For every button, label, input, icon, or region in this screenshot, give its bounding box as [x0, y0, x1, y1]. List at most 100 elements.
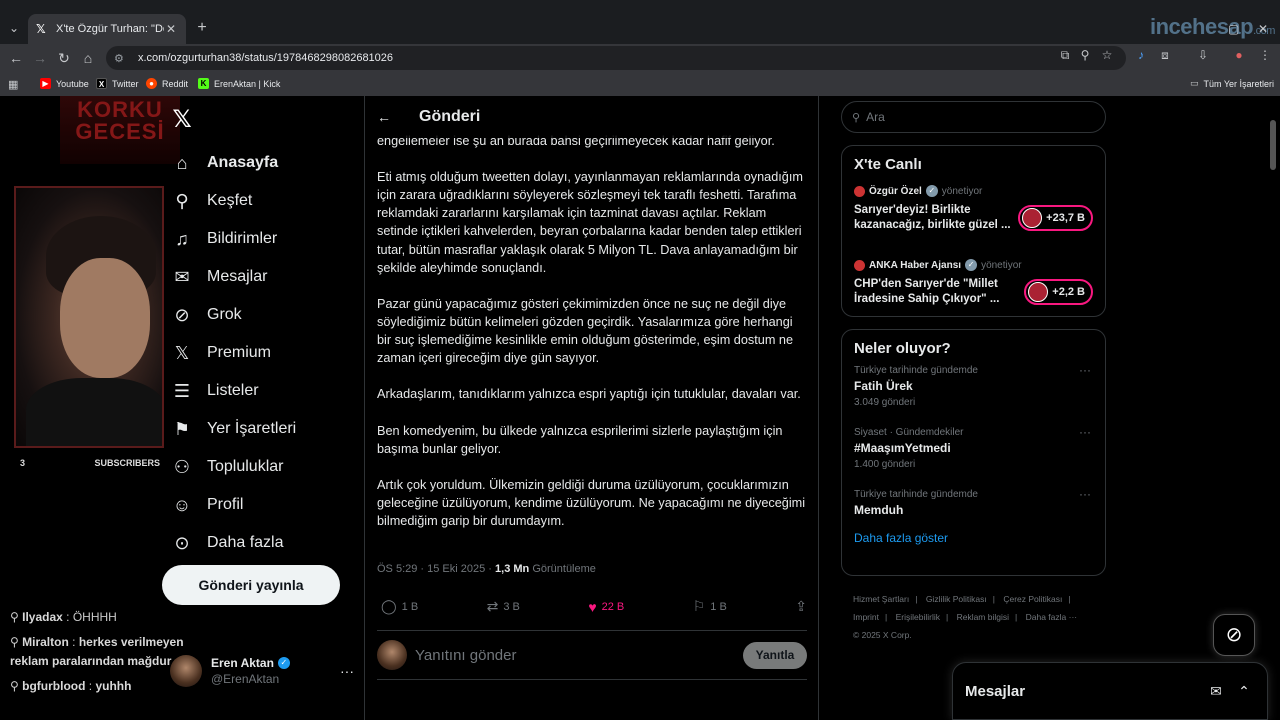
like-button[interactable]: ♥ 22 B	[588, 598, 624, 615]
sidebar-item-label: Yer İşaretleri	[207, 420, 297, 437]
search-placeholder: Ara	[866, 110, 885, 124]
browser-toolbar: ← → ↻ ⌂ ⚙ x.com/ozgurturhan38/status/197…	[0, 44, 1280, 72]
forward-icon[interactable]: →	[30, 48, 50, 68]
chat-user: Miralton	[22, 635, 69, 649]
new-message-icon[interactable]: ✉	[1205, 683, 1227, 700]
grok-icon: ⊘	[1225, 624, 1243, 646]
share-button[interactable]: ⇪	[795, 598, 807, 615]
account-handle: @ErenAktan	[211, 672, 280, 686]
downloads-icon[interactable]: ⇩	[1194, 48, 1212, 62]
mail-icon: ✉	[174, 267, 190, 287]
site-info-icon[interactable]: ⚙	[114, 52, 130, 65]
sidebar-item-premium[interactable]: 𝕏 Premium	[170, 334, 360, 372]
trend-item[interactable]: Türkiye tarihinde gündemde Fatih Ürek 3.…	[842, 363, 1105, 425]
live-title: Sarıyer'deyiz! Birlikte kazanacağız, bir…	[854, 204, 1011, 231]
sidebar-item-explore[interactable]: ⚲ Keşfet	[170, 182, 360, 220]
browser-tab-active[interactable]: 𝕏 X'te Özgür Turhan: "Değerli ark ✕	[28, 14, 186, 44]
messages-drawer[interactable]: Mesajlar ✉ ⌃	[952, 662, 1268, 720]
heart-icon: ♥	[588, 598, 597, 615]
footer-link[interactable]: Daha fazla ···	[1026, 612, 1078, 622]
live-panel-title: X'te Canlı	[854, 156, 922, 173]
live-listeners-pill[interactable]: +23,7 B	[1018, 205, 1093, 231]
sidebar-item-home[interactable]: ⌂ Anasayfa	[170, 144, 360, 182]
bookmark-star-icon[interactable]: ☆	[1098, 48, 1116, 62]
trend-name: Memduh	[854, 503, 904, 517]
search-icon: ⚲	[852, 111, 861, 124]
footer-link[interactable]: Reklam bilgisi	[957, 612, 1009, 622]
account-switcher[interactable]: Eren Aktan ✓ @ErenAktan ···	[170, 653, 354, 689]
install-app-icon[interactable]: ⧉	[1056, 48, 1074, 63]
reply-button[interactable]: ◯ 1 B	[381, 598, 418, 615]
x-logo-icon[interactable]: 𝕏	[170, 108, 194, 132]
expand-chevron-icon[interactable]: ⌃	[1233, 683, 1255, 700]
close-tab-icon[interactable]: ✕	[164, 22, 178, 36]
list-icon: ☰	[173, 381, 191, 401]
trend-item[interactable]: Siyaset · Gündemdekiler #MaaşımYetmedi 1…	[842, 425, 1105, 487]
more-dots-icon[interactable]: ···	[1079, 487, 1091, 501]
bookmark-reddit[interactable]: ● Reddit	[146, 78, 188, 89]
tweet-timestamp[interactable]: ÖS 5:29 · 15 Eki 2025 ·	[377, 563, 495, 575]
zoom-icon[interactable]: ⚲	[1076, 48, 1094, 62]
sidebar-item-profile[interactable]: ☺ Profil	[170, 486, 360, 524]
address-bar[interactable]: ⚙ x.com/ozgurturhan38/status/19784682980…	[106, 46, 1126, 70]
window-close-icon[interactable]: ✕	[1258, 22, 1268, 36]
home-icon[interactable]: ⌂	[78, 48, 98, 68]
verified-badge-icon: ✓	[277, 657, 290, 669]
live-listeners-pill[interactable]: +2,2 B	[1024, 279, 1093, 305]
reply-input[interactable]: Yanıtını gönder	[415, 647, 743, 664]
more-dots-icon[interactable]: ···	[1079, 363, 1091, 377]
tweet-meta: ÖS 5:29 · 15 Eki 2025 · 1,3 Mn Görüntüle…	[377, 563, 596, 575]
profile-avatar-icon[interactable]: ●	[1230, 48, 1248, 62]
trend-item[interactable]: Türkiye tarihinde gündemde Memduh ···	[842, 487, 1105, 525]
post-button[interactable]: Gönderi yayınla	[162, 565, 340, 605]
live-item[interactable]: Özgür Özel ✓ yönetiyor Sarıyer'deyiz! Birl…	[842, 185, 1105, 253]
sidebar-item-bookmarks[interactable]: ⚑ Yer İşaretleri	[170, 410, 360, 448]
x-page: KORKU GECESİ 3 SUBSCRIBERS ⚲ Ilyadax : Ö…	[0, 96, 1280, 720]
footer-link[interactable]: Hizmet Şartları	[853, 594, 909, 604]
sidebar-item-lists[interactable]: ☰ Listeler	[170, 372, 360, 410]
url-text: x.com/ozgurturhan38/status/1978468298082…	[138, 52, 394, 64]
verified-badge-icon: ✓	[965, 259, 978, 271]
maximize-icon[interactable]: ▢	[1228, 22, 1239, 36]
live-item[interactable]: ANKA Haber Ajansı ✓ yönetiyor CHP'den Sarı…	[842, 259, 1105, 327]
more-dots-icon[interactable]: ···	[1079, 425, 1091, 439]
avatar	[377, 640, 407, 670]
messages-drawer-title: Mesajlar	[965, 682, 1026, 700]
menu-kebab-icon[interactable]: ⋮	[1256, 48, 1274, 62]
sidebar-item-grok[interactable]: ⊘ Grok	[170, 296, 360, 334]
more-dots-icon[interactable]: ···	[340, 663, 354, 679]
all-bookmarks[interactable]: ▭ Tüm Yer İşaretleri	[1190, 78, 1274, 89]
extensions-icon[interactable]: ⧈	[1156, 48, 1174, 63]
webcam-shirt	[26, 378, 162, 446]
reply-submit-button[interactable]: Yanıtla	[743, 641, 807, 669]
footer-link[interactable]: Çerez Politikası	[1003, 594, 1062, 604]
bookmark-count: 1 B	[710, 600, 727, 613]
new-tab-button[interactable]: +	[192, 18, 212, 38]
grok-floating-button[interactable]: ⊘	[1213, 614, 1255, 656]
footer-link[interactable]: Erişilebilirlik	[896, 612, 940, 622]
reload-icon[interactable]: ↻	[54, 48, 74, 68]
page-scrollbar[interactable]	[1270, 120, 1276, 170]
bookmark-button[interactable]: ⚐ 1 B	[693, 598, 727, 615]
tab-search-button[interactable]: ⌄	[4, 18, 24, 38]
sidebar-item-more[interactable]: ⊙ Daha fazla	[170, 524, 360, 562]
repost-button[interactable]: ⇄ 3 B	[487, 598, 520, 615]
search-input[interactable]: ⚲ Ara	[841, 101, 1106, 133]
sidebar-item-communities[interactable]: ⚇ Topluluklar	[170, 448, 360, 486]
back-arrow-icon[interactable]: ←	[377, 109, 397, 125]
footer-link[interactable]: Gizlilik Politikası	[926, 594, 987, 604]
show-more-link[interactable]: Daha fazla göster	[842, 525, 1105, 559]
back-icon[interactable]: ←	[6, 48, 26, 68]
extension-audio-icon[interactable]: ♪	[1132, 48, 1150, 62]
bookmark-twitter[interactable]: X Twitter	[96, 78, 139, 89]
live-host: ANKA Haber Ajansı ✓ yönetiyor	[854, 259, 1093, 271]
webcam-face	[60, 258, 150, 378]
bookmark-kick[interactable]: K ErenAktan | Kick	[198, 78, 280, 89]
bookmark-label: ErenAktan | Kick	[214, 78, 281, 89]
account-names: Eren Aktan ✓ @ErenAktan	[211, 655, 340, 687]
sidebar-item-messages[interactable]: ✉ Mesajlar	[170, 258, 360, 296]
apps-icon[interactable]: ▦	[8, 78, 18, 91]
bookmark-youtube[interactable]: ▶ Youtube	[40, 78, 89, 89]
sidebar-item-notifications[interactable]: ♫ Bildirimler	[170, 220, 360, 258]
footer-link[interactable]: Imprint	[853, 612, 879, 622]
